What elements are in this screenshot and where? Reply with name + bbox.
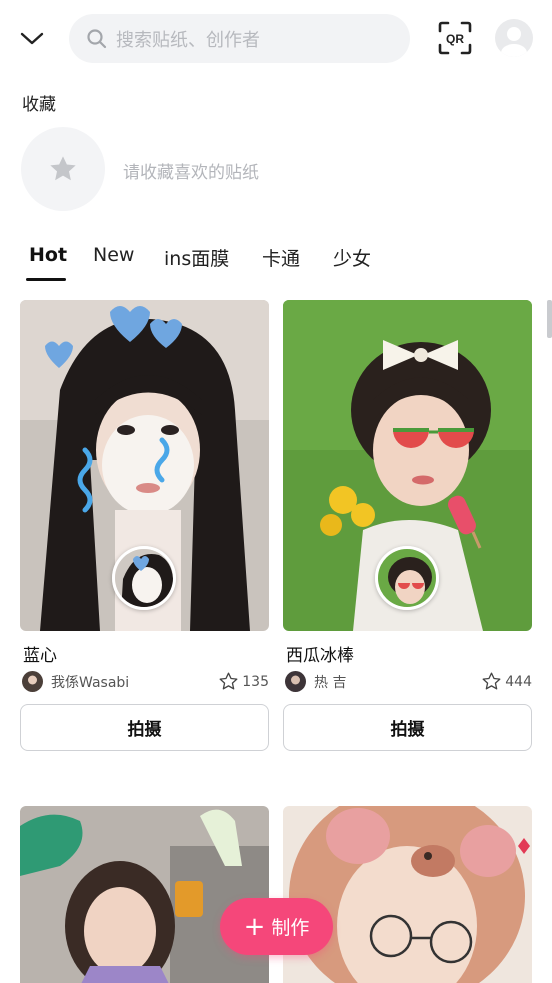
tab-new[interactable]: New	[93, 244, 134, 266]
sticker-creator-thumbnail	[112, 546, 176, 610]
sticker-title: 西瓜冰棒	[286, 646, 354, 666]
qr-label: QR	[446, 32, 464, 46]
favorites-empty-slot	[21, 127, 105, 211]
like-count[interactable]: 444	[481, 671, 532, 692]
tab-hot[interactable]: Hot	[29, 244, 67, 266]
author-avatar	[285, 671, 306, 692]
author-name: 我係Wasabi	[51, 674, 130, 691]
star-outline-icon	[482, 672, 501, 690]
star-outline-icon	[219, 672, 238, 690]
tab-cartoon[interactable]: 卡通	[262, 244, 300, 271]
search-input[interactable]: 搜索贴纸、创作者	[69, 14, 410, 63]
search-placeholder: 搜索贴纸、创作者	[116, 29, 260, 51]
category-tabs: Hot New ins面膜 卡通 少女	[0, 240, 552, 284]
author-name: 热 吉	[314, 674, 347, 691]
search-icon	[87, 28, 107, 48]
sticker-preview-image[interactable]	[20, 806, 269, 983]
like-count-value: 444	[505, 673, 532, 690]
create-button-label: 制作	[271, 917, 310, 939]
shoot-button[interactable]: 拍摄	[283, 704, 532, 751]
sticker-title: 蓝心	[23, 646, 57, 666]
user-avatar[interactable]	[495, 19, 533, 57]
author-avatar	[22, 671, 43, 692]
sticker-creator-thumbnail	[375, 546, 439, 610]
sticker-preview-image[interactable]	[283, 806, 532, 983]
like-count-value: 135	[242, 673, 269, 690]
sticker-author[interactable]: 热 吉	[285, 671, 346, 692]
sticker-author[interactable]: 我係Wasabi	[22, 671, 129, 692]
active-tab-indicator	[26, 278, 66, 281]
like-count[interactable]: 135	[218, 671, 269, 692]
favorites-empty-hint: 请收藏喜欢的贴纸	[123, 163, 259, 183]
create-button[interactable]: + 制作	[220, 898, 333, 955]
top-bar: 搜索贴纸、创作者 QR	[0, 0, 552, 76]
star-icon	[50, 156, 76, 181]
favorites-title: 收藏	[22, 95, 56, 115]
tab-ins-mask[interactable]: ins面膜	[164, 244, 229, 271]
tab-girl[interactable]: 少女	[333, 244, 371, 271]
scrollbar[interactable]	[547, 300, 552, 338]
chevron-down-icon[interactable]	[18, 24, 46, 52]
shoot-button[interactable]: 拍摄	[20, 704, 269, 751]
qr-scan-icon[interactable]: QR	[438, 21, 472, 55]
user-silhouette-icon	[501, 27, 527, 57]
plus-icon: +	[243, 911, 266, 942]
